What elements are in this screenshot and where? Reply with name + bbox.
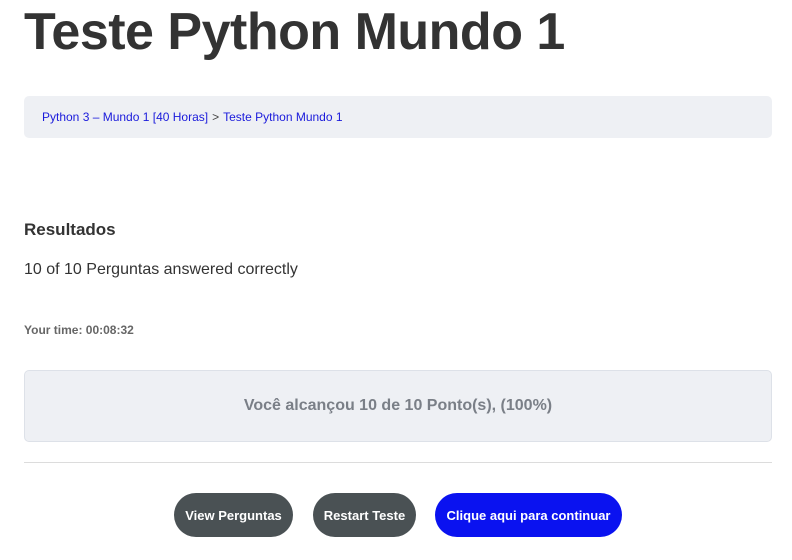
score-text: Você alcançou 10 de 10 Ponto(s), (100%) [243, 397, 553, 414]
breadcrumb: Python 3 – Mundo 1 [40 Horas] > Teste Py… [24, 96, 772, 138]
quiz-results-page: Teste Python Mundo 1 Python 3 – Mundo 1 … [0, 0, 792, 560]
page-title: Teste Python Mundo 1 [24, 3, 565, 61]
breadcrumb-link-quiz[interactable]: Teste Python Mundo 1 [223, 110, 342, 124]
quiz-time-text: Your time: 00:08:32 [24, 323, 134, 337]
answered-count-text: 10 of 10 Perguntas answered correctly [24, 261, 298, 278]
breadcrumb-link-course[interactable]: Python 3 – Mundo 1 [40 Horas] [42, 110, 208, 124]
divider [24, 462, 772, 463]
continue-button[interactable]: Clique aqui para continuar [435, 493, 622, 537]
breadcrumb-separator: > [212, 110, 220, 124]
restart-quiz-button[interactable]: Restart Teste [313, 493, 416, 537]
view-questions-button[interactable]: View Perguntas [174, 493, 293, 537]
results-heading: Resultados [24, 220, 116, 239]
score-panel: Você alcançou 10 de 10 Ponto(s), (100%) [24, 370, 772, 442]
